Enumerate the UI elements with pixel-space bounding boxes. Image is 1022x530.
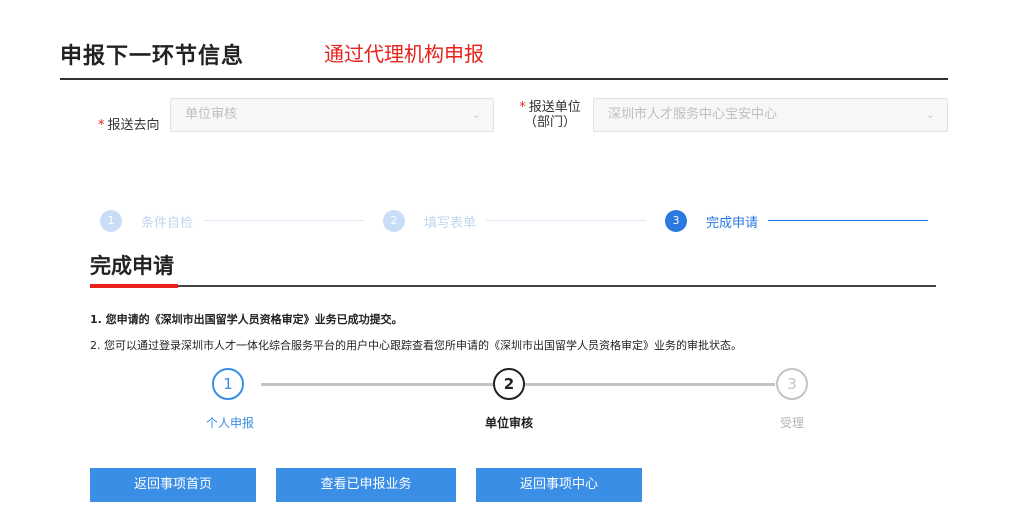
page-title: 申报下一环节信息 [60, 44, 245, 69]
destination-select[interactable]: 单位审核 ⌄ [170, 98, 494, 132]
unit-label-line1: 报送单位 [528, 100, 581, 115]
step-2-circle: 2 [383, 210, 405, 232]
step-3-line [768, 220, 928, 221]
unit-label-line2: （部门） [523, 115, 576, 130]
destination-label-text: 报送去向 [107, 118, 160, 133]
agency-subtitle: 通过代理机构申报 [324, 42, 484, 66]
flow-step-2-circle: 2 [493, 368, 525, 400]
completion-divider [90, 285, 936, 287]
flow-step-2-label: 单位审核 [484, 416, 533, 430]
completion-divider-accent [90, 284, 178, 288]
return-center-button[interactable]: 返回事项中心 [476, 468, 642, 502]
step-3-circle: 3 [665, 210, 687, 232]
step-1-line [204, 220, 364, 221]
return-home-button[interactable]: 返回事项首页 [90, 468, 256, 502]
step-1-circle: 1 [100, 210, 122, 232]
unit-select[interactable]: 深圳市人才服务中心宝安中心 ⌄ [593, 98, 948, 132]
flow-step-3-label: 受理 [779, 416, 804, 430]
unit-label: * 报送单位 （部门） [512, 100, 588, 130]
chevron-down-icon: ⌄ [471, 108, 481, 121]
flow-step-1-number: 1 [223, 375, 233, 393]
step-2-label: 填写表单 [424, 216, 477, 231]
chevron-down-icon: ⌄ [925, 108, 935, 121]
flow-line-2 [525, 383, 775, 386]
unit-value: 深圳市人才服务中心宝安中心 [608, 107, 778, 122]
flow-step-1-circle: 1 [212, 368, 244, 400]
step-1-label: 条件自检 [141, 216, 194, 231]
success-message: 1. 您申请的《深圳市出国留学人员资格审定》业务已成功提交。 [90, 313, 403, 326]
tracking-message: 2. 您可以通过登录深圳市人才一体化综合服务平台的用户中心跟踪查看您所申请的《深… [90, 339, 742, 352]
step-2-line [486, 220, 646, 221]
view-applied-button[interactable]: 查看已申报业务 [276, 468, 456, 502]
required-mark: * [98, 118, 105, 133]
flow-line-1 [261, 383, 493, 386]
flow-step-1-label: 个人申报 [205, 416, 254, 430]
destination-label: * 报送去向 [98, 118, 160, 133]
destination-value: 单位审核 [185, 107, 238, 122]
flow-step-3-number: 3 [787, 375, 797, 393]
flow-step-2-number: 2 [503, 375, 515, 393]
section-header: 申报下一环节信息 通过代理机构申报 [60, 36, 948, 80]
step-3-label: 完成申请 [706, 216, 759, 231]
completion-title: 完成申请 [90, 254, 174, 278]
required-mark: * [519, 100, 526, 115]
flow-step-3-circle: 3 [776, 368, 808, 400]
